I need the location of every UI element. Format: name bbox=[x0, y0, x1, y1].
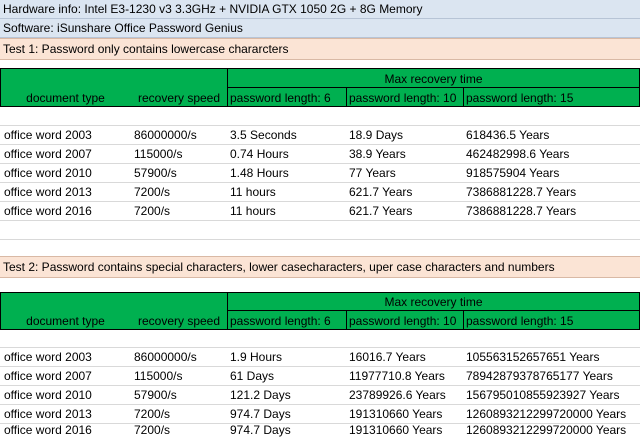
len15-cell: 7386881228.7 Years bbox=[466, 185, 577, 199]
test2-group-header: Max recovery time bbox=[384, 295, 483, 309]
gridline bbox=[0, 125, 640, 126]
test2-col-recovery-speed: recovery speed bbox=[137, 314, 221, 328]
len10-cell: 77 Years bbox=[349, 166, 396, 180]
border bbox=[463, 310, 464, 329]
doc-cell: office word 2007 bbox=[4, 369, 92, 383]
len6-cell: 1.48 Hours bbox=[230, 166, 289, 180]
gridline bbox=[0, 182, 640, 183]
test1-col-len10: password length: 10 bbox=[349, 91, 457, 105]
len6-cell: 974.7 Days bbox=[230, 423, 291, 437]
len15-cell: 1260893212299720000 Years bbox=[466, 423, 627, 437]
gridline bbox=[0, 220, 640, 221]
test2-col-len15: password length: 15 bbox=[466, 314, 574, 328]
len15-cell: 7386881228.7 Years bbox=[466, 204, 577, 218]
doc-cell: office word 2010 bbox=[4, 166, 92, 180]
len6-cell: 11 hours bbox=[230, 185, 276, 199]
speed-cell: 86000000/s bbox=[134, 128, 197, 142]
len10-cell: 621.7 Years bbox=[349, 185, 413, 199]
len15-cell: 105563152657651 Years bbox=[466, 350, 600, 364]
len6-cell: 11 hours bbox=[230, 204, 276, 218]
doc-cell: office word 2007 bbox=[4, 147, 92, 161]
test1-title: Test 1: Password only contains lowercase… bbox=[0, 38, 640, 60]
len10-cell: 23789926.6 Years bbox=[349, 388, 446, 402]
doc-cell: office word 2010 bbox=[4, 388, 92, 402]
gridline bbox=[0, 366, 640, 367]
doc-cell: office word 2013 bbox=[4, 407, 92, 421]
len6-cell: 0.74 Hours bbox=[230, 147, 289, 161]
border bbox=[346, 310, 347, 329]
border bbox=[463, 87, 464, 106]
len10-cell: 16016.7 Years bbox=[349, 350, 426, 364]
len6-cell: 974.7 Days bbox=[230, 407, 291, 421]
gridline bbox=[0, 347, 640, 348]
len10-cell: 11977710.8 Years bbox=[349, 369, 445, 383]
gridline bbox=[0, 144, 640, 145]
len10-cell: 18.9 Days bbox=[349, 128, 404, 142]
len6-cell: 121.2 Days bbox=[230, 388, 291, 402]
test1-col-len15: password length: 15 bbox=[466, 91, 574, 105]
len10-cell: 621.7 Years bbox=[349, 204, 413, 218]
test2-title: Test 2: Password contains special charac… bbox=[0, 256, 640, 278]
doc-cell: office word 2016 bbox=[4, 423, 92, 437]
test1-col-len6: password length: 6 bbox=[230, 91, 331, 105]
len6-cell: 61 Days bbox=[230, 369, 275, 383]
gridline bbox=[0, 239, 640, 240]
software-info: Software: iSunshare Office Password Geni… bbox=[0, 19, 640, 38]
len6-cell: 3.5 Seconds bbox=[230, 128, 297, 142]
border bbox=[0, 68, 640, 69]
gridline bbox=[0, 404, 640, 405]
test2-col-len6: password length: 6 bbox=[230, 314, 331, 328]
len10-cell: 191310660 Years bbox=[349, 423, 443, 437]
len10-cell: 38.9 Years bbox=[349, 147, 406, 161]
speed-cell: 7200/s bbox=[134, 185, 171, 199]
speed-cell: 115000/s bbox=[134, 369, 183, 383]
len15-cell: 156795010855923927 Years bbox=[466, 388, 620, 402]
len15-cell: 462482998.6 Years bbox=[466, 147, 570, 161]
border bbox=[346, 87, 347, 106]
doc-cell: office word 2003 bbox=[4, 350, 92, 364]
doc-cell: office word 2016 bbox=[4, 204, 92, 218]
border bbox=[0, 329, 640, 330]
doc-cell: office word 2013 bbox=[4, 185, 92, 199]
test1-group-header: Max recovery time bbox=[384, 72, 483, 86]
border bbox=[0, 106, 640, 107]
len15-cell: 618436.5 Years bbox=[466, 128, 550, 142]
len10-cell: 191310660 Years bbox=[349, 407, 443, 421]
len15-cell: 78942879378765177 Years bbox=[466, 369, 613, 383]
hardware-info: Hardware info: Intel E3-1230 v3 3.3GHz +… bbox=[0, 0, 640, 19]
test2-col-len10: password length: 10 bbox=[349, 314, 457, 328]
test1-col-recovery-speed: recovery speed bbox=[137, 91, 221, 105]
speed-cell: 57900/s bbox=[134, 388, 177, 402]
test1-col-document-type: document type bbox=[26, 91, 105, 105]
speed-cell: 86000000/s bbox=[134, 350, 197, 364]
len6-cell: 1.9 Hours bbox=[230, 350, 283, 364]
len15-cell: 1260893212299720000 Years bbox=[466, 407, 627, 421]
gridline bbox=[0, 201, 640, 202]
speed-cell: 115000/s bbox=[134, 147, 183, 161]
len15-cell: 918575904 Years bbox=[466, 166, 560, 180]
speed-cell: 7200/s bbox=[134, 407, 171, 421]
speed-cell: 7200/s bbox=[134, 204, 171, 218]
border bbox=[227, 87, 640, 88]
doc-cell: office word 2003 bbox=[4, 128, 92, 142]
speed-cell: 57900/s bbox=[134, 166, 177, 180]
speed-cell: 7200/s bbox=[134, 423, 171, 437]
gridline bbox=[0, 163, 640, 164]
test2-col-document-type: document type bbox=[26, 314, 105, 328]
border bbox=[227, 310, 640, 311]
border bbox=[0, 292, 640, 293]
gridline bbox=[0, 385, 640, 386]
